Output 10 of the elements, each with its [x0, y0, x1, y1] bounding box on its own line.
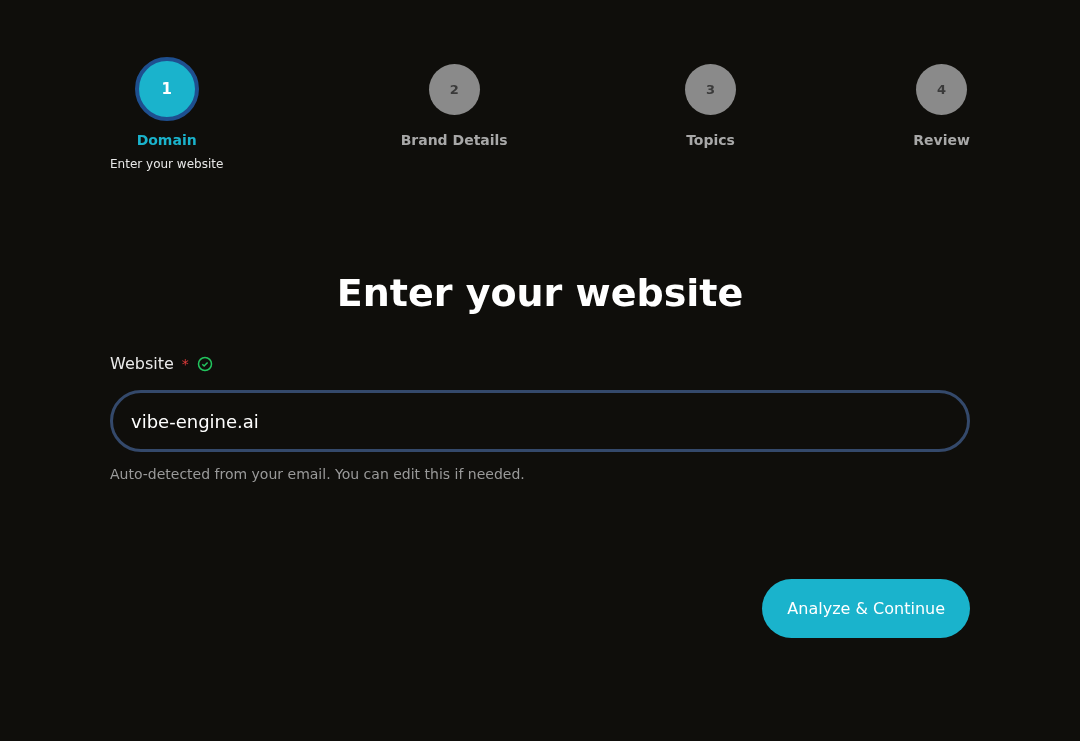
step-label: Review: [913, 131, 970, 150]
page-heading: Enter your website: [335, 270, 745, 317]
website-input[interactable]: vibe-engine.ai: [110, 390, 970, 452]
step-label: Domain: [136, 131, 197, 150]
required-mark: *: [181, 354, 189, 374]
field-hint: Auto-detected from your email. You can edit this if needed.: [110, 465, 526, 484]
step-description: Enter your website: [110, 156, 224, 173]
step-label: Brand Details: [400, 131, 508, 150]
field-label: Website: [110, 353, 174, 375]
step-label: Topics: [686, 131, 735, 150]
